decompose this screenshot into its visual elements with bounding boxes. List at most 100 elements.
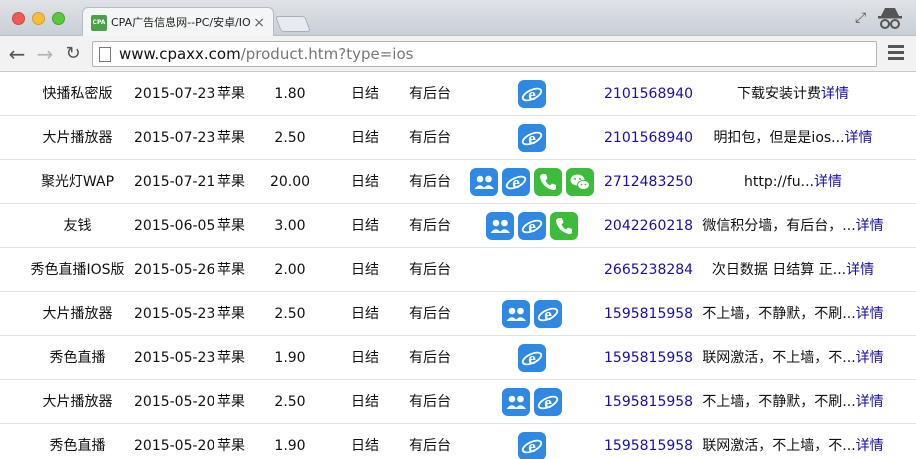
description: 次日数据 日结算 正...详情 <box>695 248 891 292</box>
settlement-cycle: 日结 <box>351 262 379 278</box>
tab-title: CPA广告信息网--PC/安卓/IOS <box>111 16 251 29</box>
contact-qq[interactable]: 2712483250 <box>604 160 694 204</box>
table-row: 秀色直播IOS版 2015-05-26 苹果 2.00 日结 有后台 26652… <box>0 248 916 292</box>
minimize-window-button[interactable] <box>32 12 45 25</box>
unit-price: 2.50 <box>274 306 306 322</box>
hamburger-menu-icon[interactable] <box>888 45 904 63</box>
detail-link[interactable]: 详情 <box>856 350 884 366</box>
detail-link[interactable]: 详情 <box>814 174 842 190</box>
svg-text:e: e <box>528 217 536 236</box>
ie-browser-icon: e <box>518 432 546 459</box>
update-date: 2015-05-23 <box>134 350 214 366</box>
unit-price: 1.90 <box>274 438 306 454</box>
incognito-icon <box>878 8 902 29</box>
platform: 苹果 <box>217 174 245 190</box>
detail-link[interactable]: 详情 <box>856 218 884 234</box>
product-name[interactable]: 大片播放器 <box>20 116 135 160</box>
product-name[interactable]: 快播私密版 <box>20 72 135 116</box>
window-titlebar: CPA CPA广告信息网--PC/安卓/IOS × ⤢ <box>0 0 916 37</box>
promo-channel-icons: e <box>462 424 602 459</box>
detail-link[interactable]: 详情 <box>845 130 873 146</box>
product-name[interactable]: 大片播放器 <box>20 292 135 336</box>
user-group-icon <box>486 212 514 240</box>
tab-close-icon[interactable]: × <box>253 15 265 31</box>
address-bar[interactable]: www.cpaxx.com/product.htm?type=ios <box>92 41 877 67</box>
detail-link[interactable]: 详情 <box>821 86 849 102</box>
settlement-cycle: 日结 <box>351 218 379 234</box>
product-table: 快播私密版 2015-07-23 苹果 1.80 日结 有后台 e 210156… <box>0 72 916 459</box>
product-name[interactable]: 秀色直播IOS版 <box>20 248 135 292</box>
update-date: 2015-07-23 <box>134 86 214 102</box>
close-window-button[interactable] <box>12 12 25 25</box>
contact-qq[interactable]: 1595815958 <box>604 336 694 380</box>
product-name[interactable]: 秀色直播 <box>20 336 135 380</box>
reload-icon[interactable]: ↻ <box>62 43 84 65</box>
url-text[interactable]: www.cpaxx.com/product.htm?type=ios <box>119 46 413 63</box>
page-icon <box>99 47 111 62</box>
new-tab-button[interactable] <box>275 16 311 32</box>
contact-qq[interactable]: 2665238284 <box>604 248 694 292</box>
product-name[interactable]: 聚光灯WAP <box>20 160 135 204</box>
backend-status: 有后台 <box>409 350 451 366</box>
detail-link[interactable]: 详情 <box>856 394 884 410</box>
backend-status: 有后台 <box>409 218 451 234</box>
contact-qq[interactable]: 1595815958 <box>604 292 694 336</box>
svg-text:e: e <box>528 129 536 148</box>
promo-channel-icons: e <box>462 72 602 116</box>
browser-tab-active[interactable]: CPA CPA广告信息网--PC/安卓/IOS × <box>82 7 274 37</box>
update-date: 2015-07-23 <box>134 130 214 146</box>
product-name[interactable]: 大片播放器 <box>20 380 135 424</box>
settlement-cycle: 日结 <box>351 306 379 322</box>
detail-link[interactable]: 详情 <box>846 262 874 278</box>
contact-qq[interactable]: 1595815958 <box>604 380 694 424</box>
table-row: 快播私密版 2015-07-23 苹果 1.80 日结 有后台 e 210156… <box>0 72 916 116</box>
unit-price: 20.00 <box>269 174 311 190</box>
ie-browser-icon: e <box>518 212 546 240</box>
contact-qq[interactable]: 2101568940 <box>604 116 694 160</box>
site-favicon-icon: CPA <box>91 15 107 31</box>
detail-link[interactable]: 详情 <box>856 306 884 322</box>
platform: 苹果 <box>217 86 245 102</box>
fullscreen-icon[interactable]: ⤢ <box>855 10 866 26</box>
contact-qq[interactable]: 1595815958 <box>604 424 694 459</box>
promo-channel-icons: e <box>462 160 602 204</box>
svg-text:e: e <box>528 349 536 368</box>
description: 明扣包，但是是ios...详情 <box>695 116 891 160</box>
ie-browser-icon: e <box>518 124 546 152</box>
svg-text:e: e <box>528 437 536 456</box>
detail-link[interactable]: 详情 <box>856 438 884 454</box>
url-path: /product.htm?type=ios <box>240 45 414 63</box>
update-date: 2015-07-21 <box>134 174 214 190</box>
product-name[interactable]: 友钱 <box>20 204 135 248</box>
description-text: http://fu... <box>743 174 815 190</box>
wechat-icon <box>566 168 594 196</box>
ie-browser-icon: e <box>518 80 546 108</box>
svg-text:e: e <box>544 305 552 324</box>
zoom-window-button[interactable] <box>52 12 65 25</box>
settlement-cycle: 日结 <box>351 130 379 146</box>
contact-qq[interactable]: 2101568940 <box>604 72 694 116</box>
backend-status: 有后台 <box>409 438 451 454</box>
backend-status: 有后台 <box>409 130 451 146</box>
promo-channel-icons: e <box>462 380 602 424</box>
settlement-cycle: 日结 <box>351 174 379 190</box>
platform: 苹果 <box>217 394 245 410</box>
user-group-icon <box>502 300 530 328</box>
unit-price: 2.00 <box>274 262 306 278</box>
promo-channel-icons: e <box>462 204 602 248</box>
back-arrow-icon[interactable]: ← <box>6 43 28 65</box>
unit-price: 1.90 <box>274 350 306 366</box>
platform: 苹果 <box>217 218 245 234</box>
table-row: 大片播放器 2015-05-23 苹果 2.50 日结 有后台 e 159581… <box>0 292 916 336</box>
user-group-icon <box>502 388 530 416</box>
platform: 苹果 <box>217 350 245 366</box>
promo-channel-icons <box>462 248 602 292</box>
contact-qq[interactable]: 2042260218 <box>604 204 694 248</box>
settlement-cycle: 日结 <box>351 394 379 410</box>
backend-status: 有后台 <box>409 394 451 410</box>
forward-arrow-icon[interactable]: → <box>34 43 56 65</box>
settlement-cycle: 日结 <box>351 438 379 454</box>
table-row: 大片播放器 2015-05-20 苹果 2.50 日结 有后台 e 159581… <box>0 380 916 424</box>
product-name[interactable]: 秀色直播 <box>20 424 135 459</box>
settlement-cycle: 日结 <box>351 86 379 102</box>
